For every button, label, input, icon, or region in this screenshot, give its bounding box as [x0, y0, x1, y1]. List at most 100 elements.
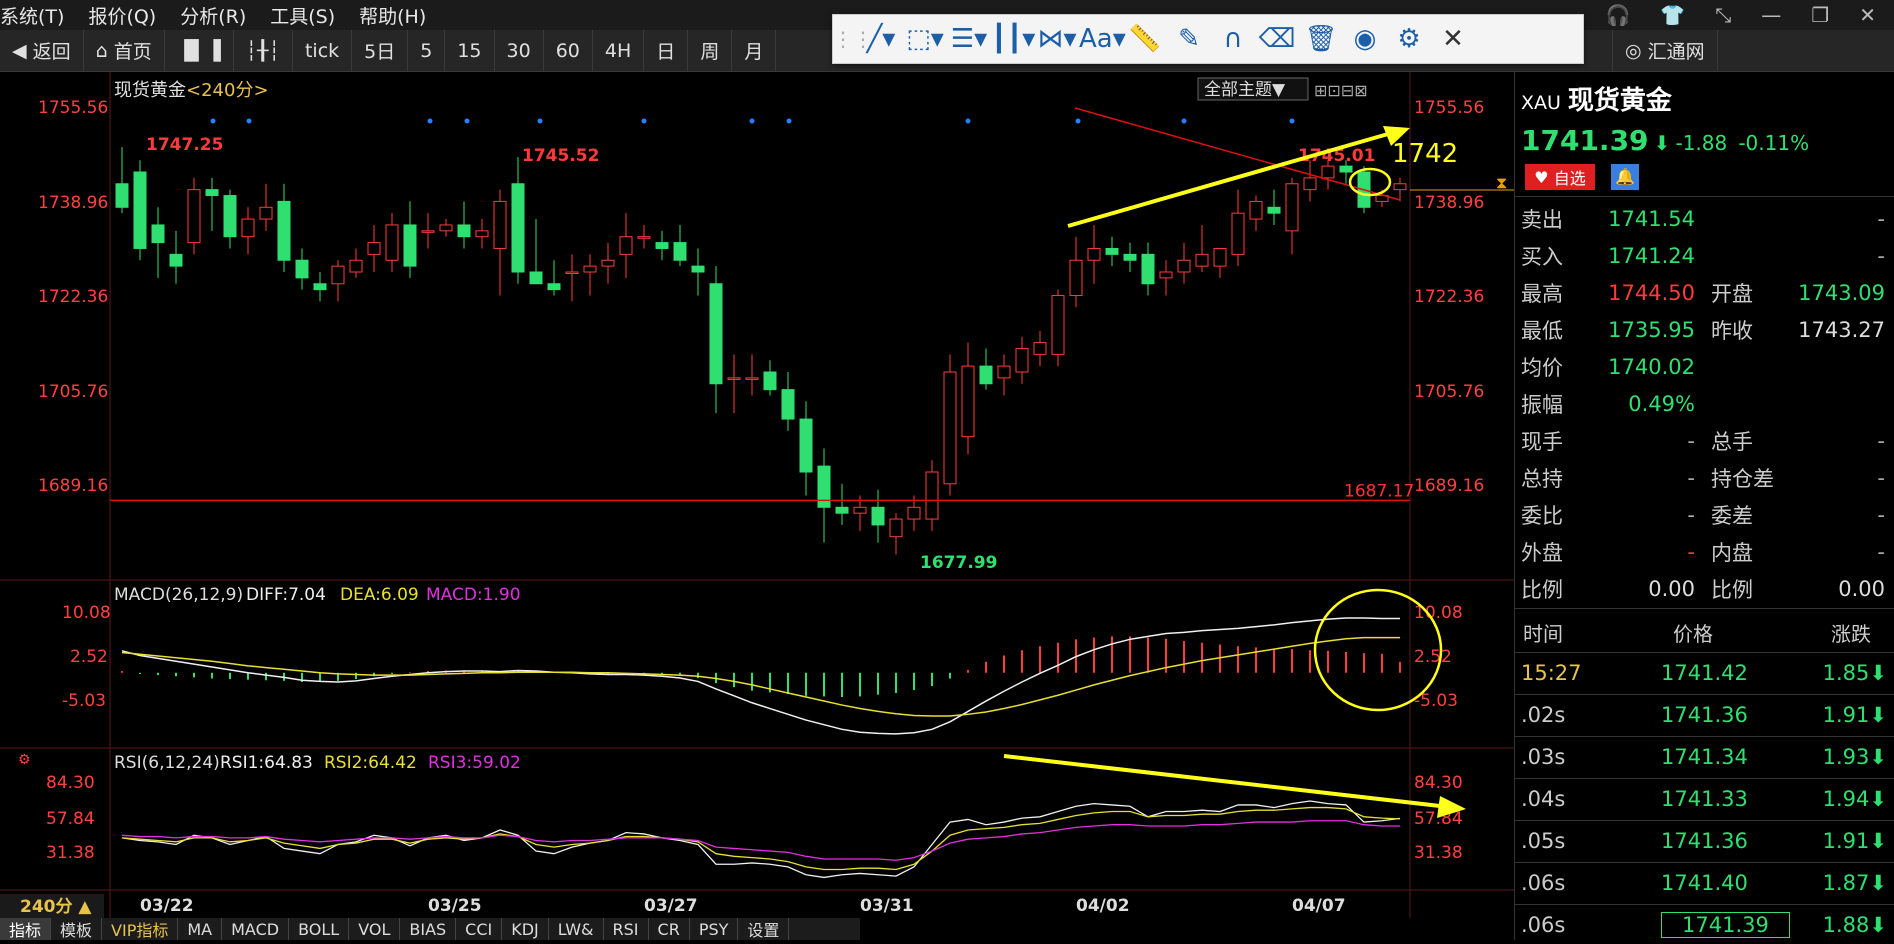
eye-icon[interactable]: ◉ — [1343, 24, 1387, 54]
candle-body[interactable] — [493, 200, 507, 249]
indicator-tab[interactable]: 模板 — [51, 918, 103, 940]
period-30[interactable]: 30 — [495, 29, 544, 72]
candle-body[interactable] — [1177, 259, 1191, 273]
candle-body[interactable] — [313, 283, 327, 291]
indicator-tab[interactable]: BIAS — [400, 918, 457, 940]
watchlist-button[interactable]: ♥ 自选 — [1525, 164, 1595, 190]
candle-body[interactable] — [583, 265, 597, 273]
candle-body[interactable] — [187, 189, 201, 244]
candle-body[interactable] — [1213, 247, 1227, 267]
eraser-icon[interactable]: ⌫ — [1255, 24, 1299, 54]
candle-body[interactable] — [1159, 271, 1173, 279]
candle-body[interactable] — [331, 265, 345, 285]
pattern-tool-icon[interactable]: ⋈▾ — [1035, 24, 1079, 54]
bell-icon[interactable]: 🔔 — [1611, 164, 1639, 190]
close-icon[interactable]: ✕ — [1431, 24, 1475, 54]
period-day[interactable]: 日 — [644, 29, 689, 72]
drag-handle-icon[interactable]: ⋮⋮ — [833, 27, 873, 51]
candle-body[interactable] — [133, 171, 147, 249]
headset-icon[interactable]: 🎧 — [1605, 3, 1630, 27]
period-week[interactable]: 周 — [688, 29, 733, 72]
candle-body[interactable] — [439, 224, 453, 232]
minimize-icon[interactable]: — — [1761, 3, 1781, 27]
candle-body[interactable] — [799, 418, 813, 473]
candle-body[interactable] — [1141, 253, 1155, 285]
candle-body[interactable] — [1339, 165, 1353, 173]
candle-body[interactable] — [349, 259, 363, 273]
indicator-tab[interactable]: 设置 — [738, 918, 790, 940]
candle-body[interactable] — [223, 195, 237, 238]
period-4h[interactable]: 4H — [593, 29, 645, 72]
candle-body[interactable] — [151, 224, 165, 244]
candle-body[interactable] — [529, 271, 543, 285]
candle-body[interactable] — [205, 189, 219, 197]
indicator-tab[interactable]: PSY — [690, 918, 739, 940]
home-button[interactable]: ⌂ 首页 — [84, 29, 165, 72]
menu-tools[interactable]: 工具(S) — [270, 2, 347, 29]
candle-body[interactable] — [853, 506, 867, 514]
candle-body[interactable] — [709, 283, 723, 385]
candle-body[interactable] — [259, 206, 273, 220]
candle-body[interactable] — [421, 230, 435, 233]
period-tick[interactable]: tick — [293, 29, 353, 72]
close-icon[interactable]: ✕ — [1859, 3, 1876, 27]
indicator-tab[interactable]: RSI — [604, 918, 649, 940]
yellow-trend-arrow[interactable] — [1067, 132, 1389, 228]
indicator-tab[interactable]: MACD — [222, 918, 290, 940]
candle-body[interactable] — [961, 365, 975, 438]
menu-analysis[interactable]: 分析(R) — [180, 2, 258, 29]
candle-body[interactable] — [1303, 177, 1317, 191]
candle-body[interactable] — [1285, 183, 1299, 232]
shirt-icon[interactable]: 👕 — [1660, 3, 1685, 27]
settings-small-icon[interactable]: ⚙ — [18, 752, 31, 768]
indicator-tab[interactable]: KDJ — [502, 918, 549, 940]
candle-body[interactable] — [367, 242, 381, 255]
candle-body[interactable] — [889, 518, 903, 538]
magnet-icon[interactable]: ∩ — [1211, 24, 1255, 54]
candle-body[interactable] — [457, 224, 471, 238]
indicator-tab[interactable]: CCI — [456, 918, 503, 940]
candle-body[interactable] — [169, 253, 183, 267]
candle-body[interactable] — [1015, 347, 1029, 373]
indicator-tab[interactable]: VIP指标 — [102, 918, 179, 940]
candle-body[interactable] — [745, 377, 759, 380]
indicator-tab[interactable]: BOLL — [289, 918, 350, 940]
fib-tool-icon[interactable]: ☰▾ — [947, 24, 991, 54]
candle-body[interactable] — [979, 365, 993, 385]
menu-help[interactable]: 帮助(H) — [359, 2, 438, 29]
candle-body[interactable] — [1267, 206, 1281, 214]
candle-body[interactable] — [907, 506, 921, 520]
indicator-tab[interactable]: CR — [649, 918, 690, 940]
candle-body[interactable] — [475, 230, 489, 238]
candle-body[interactable] — [295, 259, 309, 279]
period-5[interactable]: 5 — [408, 29, 446, 72]
candle-body[interactable] — [241, 218, 255, 238]
candle-body[interactable] — [511, 183, 525, 273]
pen-icon[interactable]: ✎ — [1167, 24, 1211, 54]
candle-body[interactable] — [1123, 253, 1137, 261]
line-tool-icon[interactable]: ╱▾ — [859, 24, 903, 54]
ruler-icon[interactable]: 📏 — [1123, 24, 1167, 54]
candle-body[interactable] — [115, 183, 129, 208]
candle-body[interactable] — [691, 265, 705, 273]
candle-body[interactable] — [1249, 200, 1263, 220]
candle-body[interactable] — [1231, 212, 1245, 255]
restore-icon[interactable]: ❐ — [1811, 3, 1829, 27]
period-month[interactable]: 月 — [732, 29, 777, 72]
rsi-yellow-arrow[interactable] — [1003, 754, 1441, 808]
bar-chart-button[interactable]: ▐▌▐ — [165, 29, 234, 72]
candle-body[interactable] — [655, 242, 669, 249]
rect-tool-icon[interactable]: ⬚▾ — [903, 24, 947, 54]
indicator-tab[interactable]: LW& — [549, 918, 604, 940]
site-link[interactable]: ◎ 汇通网 — [1612, 29, 1718, 72]
period-5day[interactable]: 5日 — [352, 29, 409, 72]
trash-icon[interactable]: 🗑 — [1299, 24, 1343, 54]
candle-body[interactable] — [403, 224, 417, 267]
candle-body[interactable] — [385, 224, 399, 261]
candle-body[interactable] — [763, 371, 777, 391]
candle-body[interactable] — [727, 377, 741, 380]
candle-body[interactable] — [871, 506, 885, 526]
candle-body[interactable] — [925, 471, 939, 520]
indicator-tab[interactable]: VOL — [349, 918, 401, 940]
candle-body[interactable] — [565, 271, 579, 274]
